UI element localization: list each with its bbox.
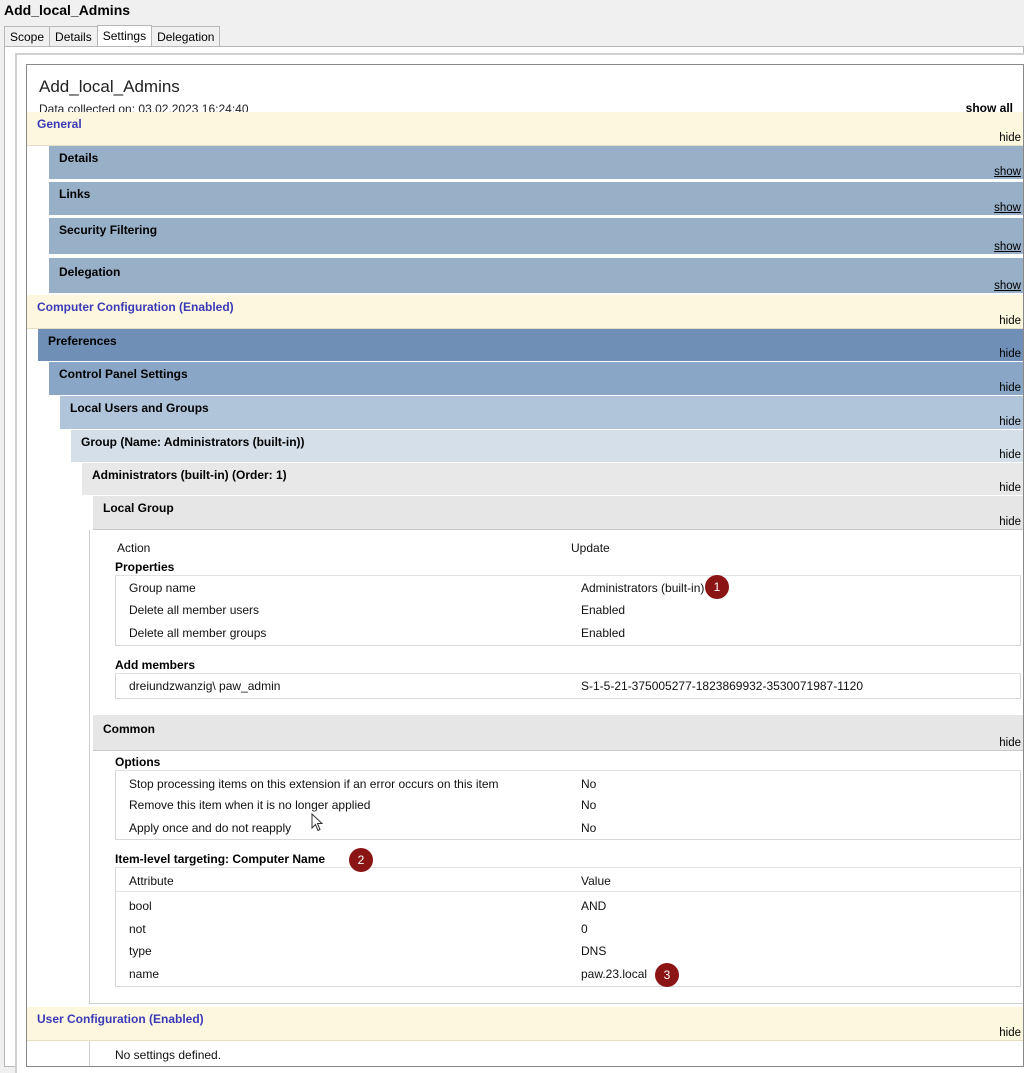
ilt-attribute: type [129,944,152,958]
section-computer-configuration-title: Computer Configuration (Enabled) [37,300,234,314]
ilt-value: DNS [581,944,607,958]
section-links: Links show [49,182,1023,216]
section-details: Details show [49,146,1023,180]
general-hide-link[interactable]: hide [999,132,1021,144]
section-general-title: General [37,117,82,131]
window-title: Add_local_Admins [4,2,131,18]
preferences-hide-link[interactable]: hide [999,348,1021,360]
ilt-value: AND [581,899,607,913]
item-level-targeting-table [115,867,1021,987]
section-group-administrators-title: Group (Name: Administrators (built-in)) [81,435,305,449]
section-control-panel-settings-title: Control Panel Settings [59,367,188,381]
section-group-administrators: Group (Name: Administrators (built-in)) … [71,430,1023,463]
gpo-report: Add_local_Admins Data collected on: 03.0… [26,64,1024,1067]
ilt-attribute: not [129,922,146,936]
table-divider [115,673,1021,674]
options-heading: Options [115,755,161,769]
property-name: Delete all member groups [129,626,267,640]
property-value: Administrators (built-in) [581,581,705,595]
tab-bar: Scope Details Settings Delegation [4,24,221,47]
security-filtering-show-link[interactable]: show [994,241,1021,253]
section-local-users-groups-title: Local Users and Groups [70,401,209,415]
property-value: Enabled [581,603,626,617]
property-name: Delete all member users [129,603,260,617]
option-name: Apply once and do not reapply [129,821,292,835]
table-divider [115,867,1021,868]
ilt-column-attribute: Attribute [129,874,174,888]
table-divider [115,891,1021,892]
local-group-hide-link[interactable]: hide [999,516,1021,528]
section-delegation: Delegation show [49,258,1023,294]
table-divider [115,770,1021,771]
section-details-title: Details [59,151,99,165]
annotation-badge: 3 [655,963,679,987]
option-name: Remove this item when it is no longer ap… [129,798,371,812]
property-name: Group name [129,581,196,595]
tab-scope[interactable]: Scope [4,26,51,46]
section-delegation-title: Delegation [59,265,121,279]
section-local-users-groups: Local Users and Groups hide [60,396,1023,430]
section-administrators-order-title: Administrators (built-in) (Order: 1) [92,468,287,482]
section-security-filtering-title: Security Filtering [59,223,158,237]
links-show-link[interactable]: show [994,202,1021,214]
section-security-filtering: Security Filtering show [49,218,1023,255]
ilt-value: 0 [581,922,588,936]
item-level-targeting-heading: Item-level targeting: Computer Name [115,852,326,866]
indent-guide [89,1041,90,1066]
ilt-attribute: bool [129,899,152,913]
details-show-link[interactable]: show [994,166,1021,178]
mouse-cursor-icon [311,813,324,832]
section-local-group-title: Local Group [103,501,174,515]
option-name: Stop processing items on this extension … [129,777,499,791]
ilt-attribute: name [129,967,160,981]
common-hide-link[interactable]: hide [999,737,1021,749]
report-title: Add_local_Admins [39,77,180,96]
tab-settings[interactable]: Settings [96,25,153,47]
section-administrators-order: Administrators (built-in) (Order: 1) hid… [82,463,1023,496]
user-configuration-hide-link[interactable]: hide [999,1027,1021,1039]
section-user-configuration-title: User Configuration (Enabled) [37,1012,204,1026]
section-control-panel-settings: Control Panel Settings hide [49,362,1023,396]
administrators-order-hide-link[interactable]: hide [999,482,1021,494]
table-divider [115,575,1021,576]
control-panel-settings-hide-link[interactable]: hide [999,382,1021,394]
properties-heading: Properties [115,560,175,574]
computer-configuration-hide-link[interactable]: hide [999,315,1021,327]
add-members-heading: Add members [115,658,196,672]
section-common: Common hide [93,715,1023,751]
section-local-group: Local Group hide [93,496,1023,530]
option-value: No [581,777,597,791]
member-name: dreiundzwanzig\ paw_admin [129,679,281,693]
no-settings-text: No settings defined. [115,1048,222,1062]
section-links-title: Links [59,187,91,201]
action-value: Update [571,541,610,555]
option-value: No [581,821,597,835]
section-divider [89,1003,1023,1004]
delegation-show-link[interactable]: show [994,280,1021,292]
action-label: Action [117,541,151,555]
section-preferences-title: Preferences [48,334,117,348]
section-preferences: Preferences hide [38,329,1023,362]
member-sid: S-1-5-21-375005277-1823869932-3530071987… [581,679,864,693]
indent-guide [89,530,90,1003]
ilt-value: paw.23.local [581,967,648,981]
tab-delegation[interactable]: Delegation [151,26,221,46]
section-common-title: Common [103,722,155,736]
group-administrators-hide-link[interactable]: hide [999,449,1021,461]
option-value: No [581,798,597,812]
section-general: General hide [27,112,1023,146]
section-user-configuration: User Configuration (Enabled) hide [27,1007,1023,1041]
annotation-badge: 1 [705,575,729,599]
tab-details[interactable]: Details [49,26,98,46]
local-users-groups-hide-link[interactable]: hide [999,416,1021,428]
section-computer-configuration: Computer Configuration (Enabled) hide [27,295,1023,329]
property-value: Enabled [581,626,626,640]
ilt-column-value: Value [581,874,611,888]
annotation-badge: 2 [349,848,373,872]
